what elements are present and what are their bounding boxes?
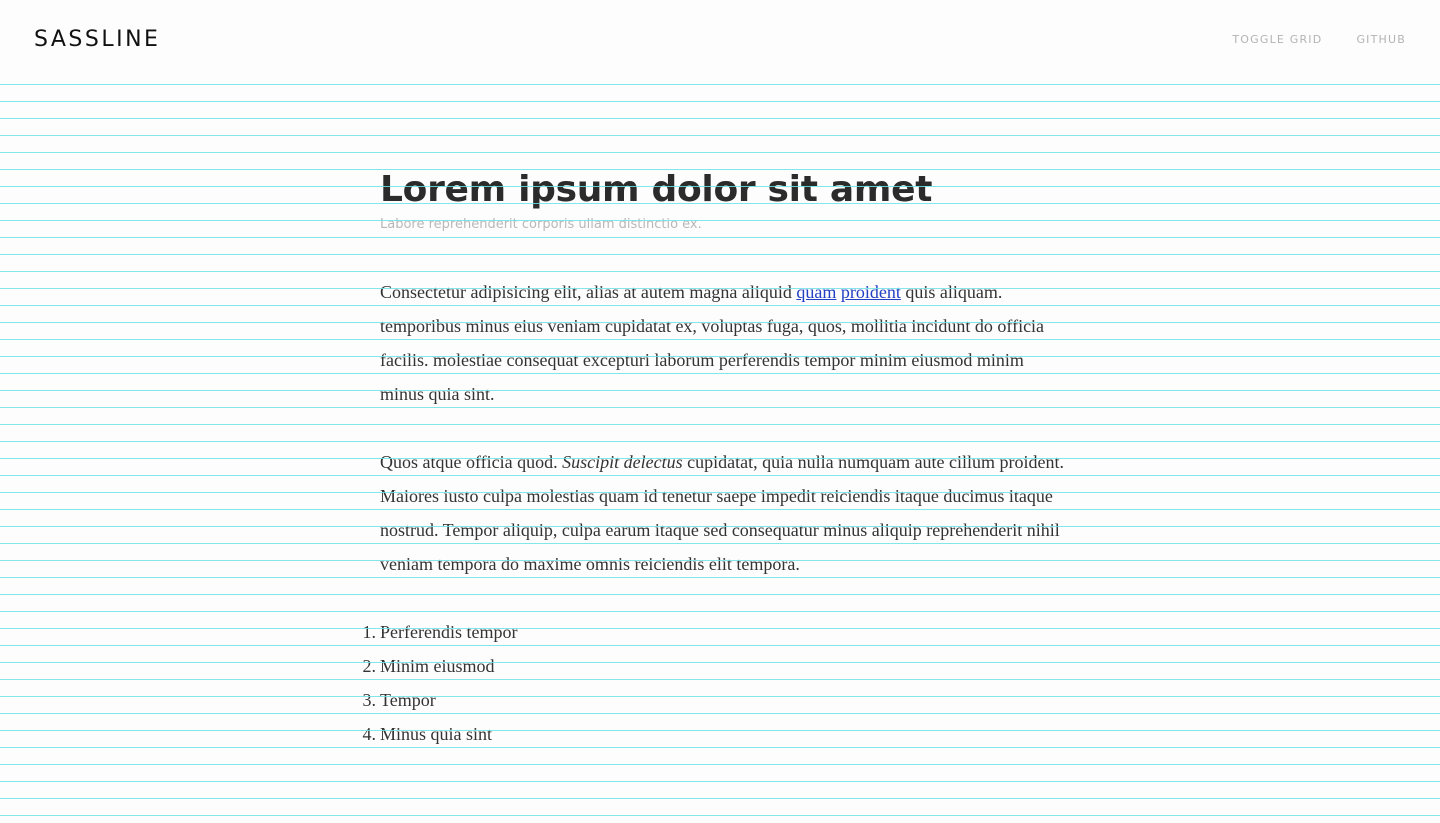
list-item: 2. Minim eiusmod: [363, 649, 1070, 683]
paragraph-1: Consectetur adipisicing elit, alias at a…: [380, 275, 1070, 411]
article-content: Lorem ipsum dolor sit amet Labore repreh…: [363, 164, 1070, 751]
paragraph-1-text-start: Consectetur adipisicing elit, alias at a…: [380, 282, 797, 302]
list-item-text: Minus quia sint: [380, 724, 493, 744]
site-logo[interactable]: SASSLINE: [34, 26, 160, 54]
paragraph-2-emphasis: Suscipit delectus: [562, 452, 683, 472]
list-item-number: 1.: [362, 622, 377, 642]
github-link[interactable]: GITHUB: [1356, 32, 1406, 48]
top-nav: TOGGLE GRID GITHUB: [1232, 32, 1406, 48]
list-item: 4. Minus quia sint: [363, 717, 1070, 751]
paragraph-2: Quos atque officia quod. Suscipit delect…: [380, 445, 1070, 581]
ordered-list: 1. Perferendis tempor 2. Minim eiusmod 3. T…: [363, 615, 1070, 751]
list-item: 1. Perferendis tempor: [363, 615, 1070, 649]
toggle-grid-link[interactable]: TOGGLE GRID: [1232, 32, 1322, 48]
site-header: SASSLINE TOGGLE GRID GITHUB: [0, 0, 1440, 84]
list-item-number: 4.: [362, 724, 377, 744]
list-item-text: Perferendis tempor: [380, 622, 518, 642]
list-item-text: Tempor: [380, 690, 436, 710]
inline-link-proident[interactable]: proident: [841, 282, 901, 302]
list-item: 3. Tempor: [363, 683, 1070, 717]
list-item-text: Minim eiusmod: [380, 656, 495, 676]
article-title: Lorem ipsum dolor sit amet: [380, 169, 933, 210]
inline-link-quam[interactable]: quam: [796, 282, 836, 302]
paragraph-2-text-start: Quos atque officia quod.: [380, 452, 563, 472]
list-item-number: 3.: [362, 690, 377, 710]
list-item-number: 2.: [362, 656, 377, 676]
